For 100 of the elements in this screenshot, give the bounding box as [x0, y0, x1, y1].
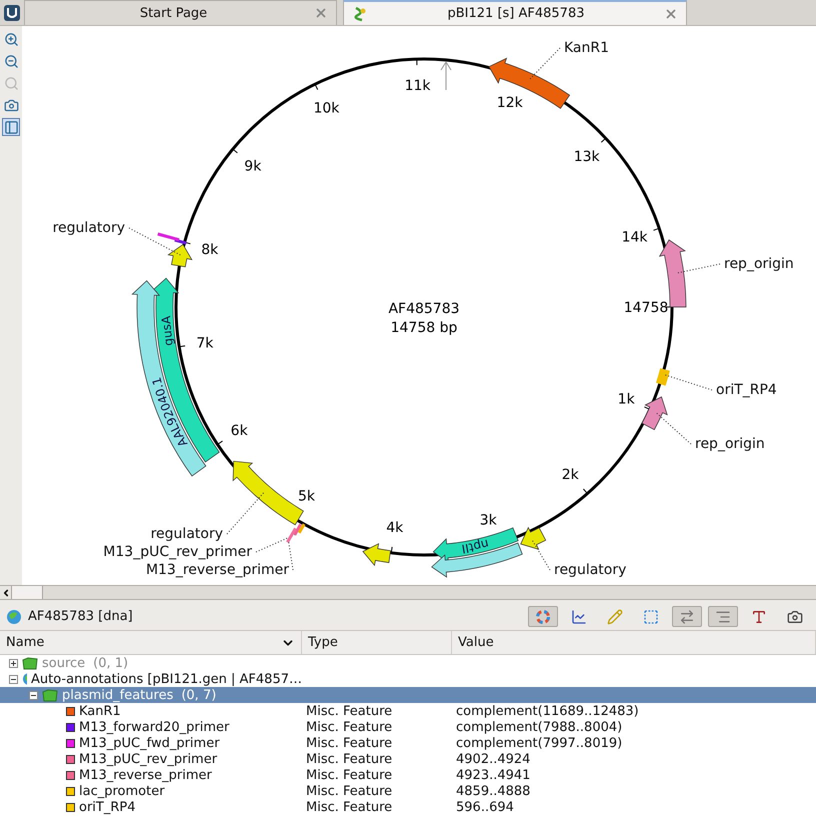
value-cell-text: complement(7988..8004): [455, 720, 622, 734]
tree-row[interactable]: KanR1 Misc. Feature complement(11689..12483): [0, 703, 816, 719]
node-name: Auto-annotations [pBI121.gen | AF4857…: [31, 672, 302, 686]
globe-icon: [6, 608, 22, 624]
feature-mark[interactable]: [293, 524, 302, 536]
column-header[interactable]: Value: [452, 631, 816, 654]
value-cell-text: complement(7997..8019): [455, 736, 622, 750]
close-icon[interactable]: [664, 6, 678, 20]
camera-icon: [787, 608, 803, 624]
type-cell-text: Misc. Feature: [305, 752, 392, 766]
feature-arrow[interactable]: [488, 58, 570, 109]
feature-label: M13_reverse_primer: [146, 562, 289, 578]
scroll-thumb[interactable]: [12, 586, 43, 599]
tick-label: 4k: [386, 520, 404, 536]
tick-label: 6k: [230, 422, 248, 439]
node-name: M13_forward20_primer: [79, 720, 230, 734]
node-name: M13_pUC_fwd_primer: [79, 736, 220, 750]
tab[interactable]: pBI121 [s] AF485783: [343, 0, 687, 25]
column-header[interactable]: Name: [0, 631, 302, 654]
type-cell-text: Misc. Feature: [305, 720, 392, 734]
font-icon: [751, 608, 767, 624]
folder-icon: [42, 688, 58, 702]
expand-icon[interactable]: [9, 658, 18, 668]
node-name: M13_pUC_rev_primer: [79, 752, 218, 766]
align-icon: [715, 608, 731, 624]
type-cell-text: Misc. Feature: [305, 800, 392, 814]
feature-arrow[interactable]: [642, 396, 668, 430]
panel-title: AF485783 [dna]: [28, 609, 134, 624]
feature-label: KanR1: [564, 40, 610, 56]
node-count: (0, 7): [181, 688, 216, 702]
tick-label: 1k: [618, 392, 635, 408]
tick-label: 3k: [480, 512, 497, 528]
feature-label: regulatory: [150, 526, 223, 542]
tick-label: 9k: [244, 158, 262, 175]
tree-row[interactable]: M13_pUC_rev_primer Misc. Feature 4902..4924: [0, 751, 816, 767]
tick-label: 12k: [496, 95, 523, 112]
tree-row[interactable]: M13_forward20_primer Misc. Feature complement(7988..8004): [0, 719, 816, 735]
tick-label: 2k: [562, 467, 579, 483]
collapse-icon[interactable]: [9, 674, 18, 684]
globe-icon: [22, 672, 27, 686]
feature-label: oriT_RP4: [716, 382, 777, 398]
graph-icon: [571, 608, 587, 624]
tree-row[interactable]: Auto-annotations [pBI121.gen | AF4857…: [0, 671, 816, 687]
node-name: M13_reverse_primer: [79, 768, 212, 782]
node-name: KanR1: [79, 704, 121, 718]
tree-row[interactable]: lac_promoter Misc. Feature 4859..4888: [0, 783, 816, 799]
node-name: source: [42, 656, 86, 670]
feature-label: rep_origin: [695, 436, 765, 452]
tick-label: 5k: [298, 488, 315, 504]
feature-label: rep_origin: [724, 256, 794, 272]
sequence-length: 14758 bp: [390, 320, 458, 336]
tick-label: 10k: [314, 100, 340, 117]
leader-line: [528, 48, 560, 81]
sequence-name: AF485783: [388, 301, 460, 317]
type-cell-text: Misc. Feature: [305, 736, 392, 750]
type-cell-text: Misc. Feature: [305, 704, 392, 718]
circular-map-icon: [535, 608, 551, 624]
column-header[interactable]: Type: [302, 631, 452, 654]
tool-button[interactable]: [2, 118, 20, 136]
leader-line: [128, 228, 181, 256]
close-icon[interactable]: [314, 6, 328, 20]
swap-icon: [679, 608, 695, 624]
leader-line: [677, 264, 720, 274]
type-cell-text: Misc. Feature: [305, 784, 392, 798]
tick-label: 14758: [624, 300, 668, 316]
zoom-icon: [4, 76, 18, 90]
pencil-icon: [607, 608, 623, 624]
tick-label: 7k: [196, 336, 214, 352]
tree-row[interactable]: source (0, 1): [0, 655, 816, 671]
feature-arrow[interactable]: [520, 527, 546, 550]
leader-line: [654, 411, 692, 444]
sequence-icon: [352, 6, 368, 22]
feature-arrow[interactable]: [168, 244, 192, 268]
node-name: oriT_RP4: [79, 800, 136, 814]
node-count: (0, 1): [93, 656, 128, 670]
tree-row[interactable]: plasmid_features (0, 7): [0, 687, 816, 703]
tab[interactable]: Start Page: [24, 0, 337, 25]
tree-row[interactable]: M13_reverse_primer Misc. Feature 4923..4941: [0, 767, 816, 783]
panel-icon: [4, 120, 18, 134]
feature-arrow[interactable]: [362, 543, 391, 566]
feature-mark[interactable]: [174, 238, 187, 245]
tick-label: 11k: [404, 78, 430, 94]
origin-arrow-icon: [440, 61, 452, 90]
feature-label: regulatory: [554, 562, 626, 578]
feature-label: M13_pUC_rev_primer: [103, 544, 252, 560]
tree-row[interactable]: M13_pUC_fwd_primer Misc. Feature complement(7997..8019): [0, 735, 816, 751]
leader-line: [664, 374, 712, 390]
node-name: lac_promoter: [79, 784, 165, 798]
value-cell-text: 596..694: [455, 800, 514, 814]
feature-box[interactable]: [656, 368, 670, 386]
feature-mark[interactable]: [298, 523, 306, 534]
node-name: plasmid_features: [62, 688, 174, 702]
collapse-icon[interactable]: [29, 690, 38, 700]
tree-row[interactable]: oriT_RP4 Misc. Feature 596..694: [0, 799, 816, 815]
leader-line: [531, 538, 550, 570]
zoom-in-icon: [4, 32, 18, 46]
scrollbar[interactable]: [0, 585, 816, 600]
tick-label: 13k: [574, 148, 600, 165]
type-cell-text: Misc. Feature: [305, 768, 392, 782]
app-logo-icon[interactable]: [3, 4, 21, 22]
